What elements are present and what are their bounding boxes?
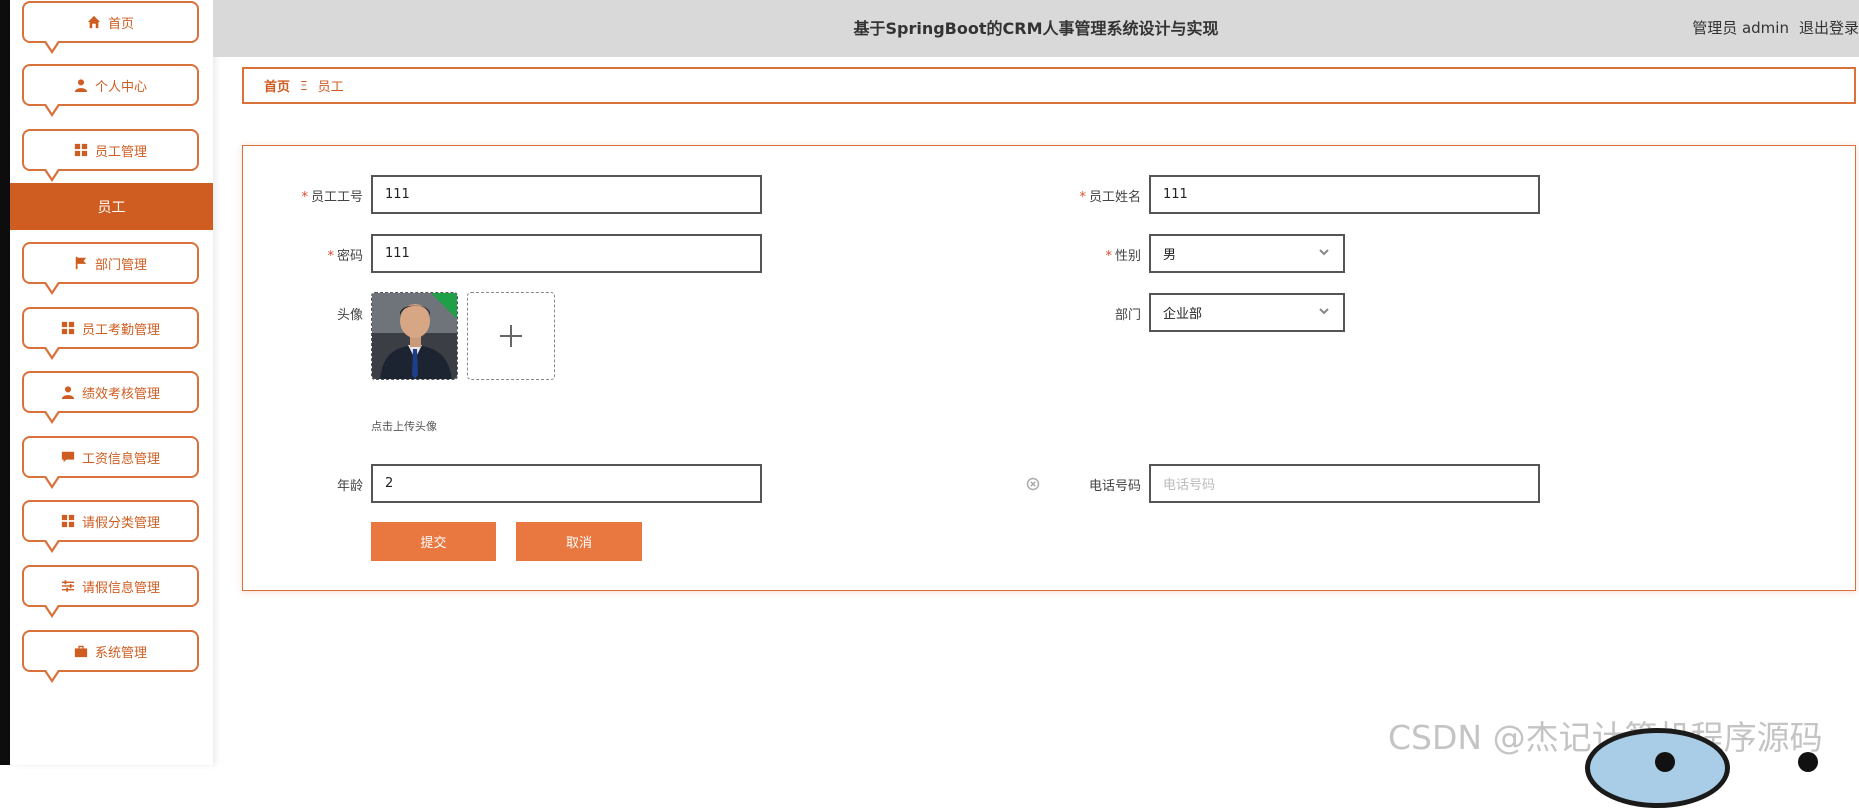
avatar-upload-hint: 点击上传头像: [371, 420, 437, 433]
user-icon: [74, 78, 88, 92]
gender-label: * 性别: [1105, 249, 1141, 264]
current-user: 管理员 admin: [1692, 19, 1789, 37]
breadcrumb-current: 员工: [317, 80, 344, 95]
sidebar-item-label: 员工考勤管理: [81, 322, 160, 338]
phone-label: 电话号码: [1088, 479, 1141, 494]
sidebar-item-label: 工资信息管理: [81, 451, 160, 467]
sidebar-subitem-employee[interactable]: 员工: [10, 183, 213, 230]
chat-icon: [61, 450, 75, 464]
left-edge-strip: [0, 0, 10, 765]
gender-select[interactable]: 男: [1149, 234, 1345, 273]
emp-no-label: * 员工工号: [301, 190, 363, 205]
mascot-eye: [1798, 752, 1818, 772]
top-bar: 基于SpringBoot的CRM人事管理系统设计与实现 管理员 admin 退出登…: [213, 0, 1859, 57]
emp-name-label: * 员工姓名: [1079, 190, 1141, 205]
mascot-eye: [1655, 752, 1675, 772]
gender-value: 男: [1163, 248, 1177, 263]
sidebar-item-label: 首页: [107, 16, 134, 32]
sidebar-item-label: 个人中心: [94, 79, 147, 95]
sidebar-item-label: 请假信息管理: [81, 580, 160, 596]
plus-icon: [500, 325, 522, 347]
password-input[interactable]: 111: [371, 234, 762, 273]
sidebar: 首页 个人中心 员工管理 员工 部门管理 员工考勤管理 绩效考核管理 工资信息管…: [10, 0, 213, 765]
age-input[interactable]: 2: [371, 464, 762, 503]
breadcrumb-home[interactable]: 首页: [264, 76, 290, 95]
sidebar-item-personal-center[interactable]: 个人中心: [22, 64, 199, 117]
grid-icon: [61, 514, 75, 528]
password-label: * 密码: [327, 249, 363, 264]
sidebar-item-employee-management[interactable]: 员工管理: [22, 129, 199, 182]
sidebar-item-system-management[interactable]: 系统管理: [22, 630, 199, 683]
breadcrumb-separator: Ξ: [300, 78, 308, 93]
grid-icon: [61, 321, 75, 335]
avatar-label: 头像: [336, 308, 363, 323]
sidebar-item-label: 员工管理: [94, 144, 147, 160]
cancel-button[interactable]: 取消: [516, 522, 642, 561]
sidebar-item-department-management[interactable]: 部门管理: [22, 242, 199, 295]
department-value: 企业部: [1163, 307, 1203, 322]
upload-success-badge: [431, 293, 457, 319]
sliders-icon: [61, 579, 75, 593]
phone-input[interactable]: 电话号码: [1149, 464, 1540, 503]
age-label: 年龄: [336, 479, 363, 494]
sidebar-item-label: 部门管理: [94, 257, 147, 273]
employee-form: * 员工工号 111 * 员工姓名 111 * 密码 111 * 性别 男 头像 点击上…: [242, 145, 1856, 591]
sidebar-item-leave-info-management[interactable]: 请假信息管理: [22, 565, 199, 618]
department-label: 部门: [1114, 308, 1141, 323]
sidebar-item-label: 绩效考核管理: [81, 386, 160, 402]
chevron-down-icon: [1317, 245, 1331, 263]
logout-button[interactable]: 退出登录: [1799, 19, 1859, 37]
department-select[interactable]: 企业部: [1149, 293, 1345, 332]
home-icon: [87, 15, 101, 29]
sidebar-item-salary-management[interactable]: 工资信息管理: [22, 436, 199, 489]
sidebar-item-attendance-management[interactable]: 员工考勤管理: [22, 307, 199, 360]
flag-icon: [74, 256, 88, 270]
user-info: 管理员 admin 退出登录: [1692, 0, 1859, 57]
submit-button[interactable]: 提交: [371, 522, 496, 561]
sidebar-item-performance-management[interactable]: 绩效考核管理: [22, 371, 199, 424]
clear-icon[interactable]: [1026, 476, 1040, 491]
sidebar-item-label: 请假分类管理: [81, 515, 160, 531]
grid-icon: [74, 143, 88, 157]
emp-no-input[interactable]: 111: [371, 175, 762, 214]
emp-name-input[interactable]: 111: [1149, 175, 1540, 214]
user-icon: [61, 385, 75, 399]
avatar-image[interactable]: [371, 292, 458, 380]
chevron-down-icon: [1317, 304, 1331, 322]
app-title: 基于SpringBoot的CRM人事管理系统设计与实现: [853, 19, 1219, 38]
sidebar-item-home[interactable]: 首页: [22, 1, 199, 54]
breadcrumb: 首页 Ξ 员工: [242, 67, 1856, 104]
sidebar-item-leave-category-management[interactable]: 请假分类管理: [22, 500, 199, 553]
avatar-upload-button[interactable]: [467, 292, 555, 380]
briefcase-icon: [74, 644, 88, 658]
sidebar-item-label: 系统管理: [94, 645, 147, 661]
